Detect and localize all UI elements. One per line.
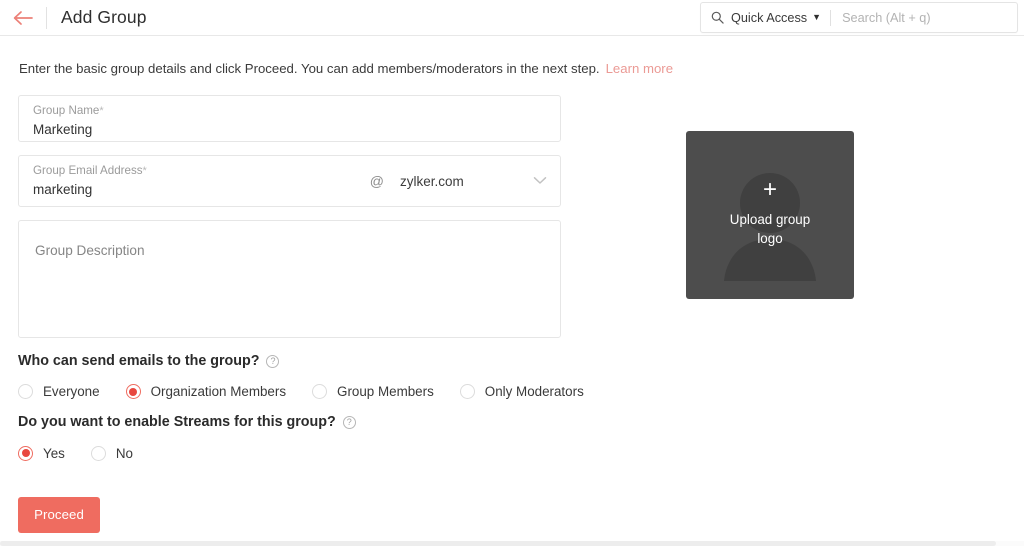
search-box[interactable]: Quick Access ▼ bbox=[700, 2, 1018, 33]
question-block-send-emails: Who can send emails to the group? ? Ever… bbox=[18, 354, 584, 400]
radio-mark[interactable] bbox=[90, 445, 106, 461]
radio-label: Only Moderators bbox=[484, 384, 584, 400]
radio-label: Group Members bbox=[337, 384, 434, 400]
group-email-field[interactable]: Group Email Address* @ zylker.com bbox=[18, 155, 561, 210]
horizontal-scrollbar[interactable] bbox=[0, 541, 1024, 546]
header-divider bbox=[46, 6, 47, 29]
chevron-down-icon bbox=[533, 172, 547, 190]
search-divider bbox=[830, 9, 832, 26]
radio-label: No bbox=[115, 445, 133, 461]
arrow-left-icon bbox=[12, 10, 34, 26]
page-content: Enter the basic group details and click … bbox=[0, 37, 1024, 533]
quick-access-label[interactable]: Quick Access bbox=[731, 11, 807, 25]
group-name-label: Group Name* bbox=[19, 96, 560, 118]
horizontal-scrollbar-thumb[interactable] bbox=[0, 541, 996, 546]
intro-text-row: Enter the basic group details and click … bbox=[19, 62, 1024, 75]
email-domain-group: @ zylker.com bbox=[370, 156, 560, 206]
learn-more-link[interactable]: Learn more bbox=[606, 61, 673, 76]
upload-logo-label: Upload group logo bbox=[729, 212, 811, 246]
group-email-label-text: Group Email Address bbox=[33, 164, 143, 177]
help-icon[interactable]: ? bbox=[266, 354, 280, 368]
question-title-text: Who can send emails to the group? bbox=[18, 353, 260, 369]
form-column: Group Name* Group Email Address* @ zylke… bbox=[18, 95, 584, 533]
upload-logo-overlay: + Upload group logo bbox=[686, 131, 854, 299]
proceed-button[interactable]: Proceed bbox=[18, 496, 100, 533]
radio-option-group-members[interactable]: Group Members bbox=[312, 384, 434, 400]
radio-label: Everyone bbox=[43, 384, 100, 400]
group-description-input[interactable] bbox=[19, 221, 560, 337]
question-title-text: Do you want to enable Streams for this g… bbox=[18, 414, 336, 431]
radio-mark[interactable] bbox=[18, 384, 33, 400]
radio-mark[interactable] bbox=[459, 384, 475, 400]
radio-label: Organization Members bbox=[150, 384, 287, 400]
radio-option-yes[interactable]: Yes bbox=[18, 445, 65, 461]
radio-mark[interactable] bbox=[312, 384, 328, 400]
radio-group-streams: Yes No bbox=[18, 445, 561, 461]
chevron-down-icon[interactable]: ▼ bbox=[812, 13, 821, 22]
search-input[interactable] bbox=[842, 7, 1017, 28]
question-block-streams: Do you want to enable Streams for this g… bbox=[18, 414, 561, 461]
group-name-field[interactable]: Group Name* bbox=[18, 95, 561, 150]
email-domain-dropdown[interactable] bbox=[520, 156, 560, 206]
radio-option-organization-members[interactable]: Organization Members bbox=[125, 384, 287, 400]
radio-label: Yes bbox=[43, 445, 65, 461]
group-description-field[interactable] bbox=[18, 220, 561, 338]
required-asterisk: * bbox=[99, 105, 104, 117]
radio-option-everyone[interactable]: Everyone bbox=[18, 384, 100, 400]
radio-option-only-moderators[interactable]: Only Moderators bbox=[459, 384, 584, 400]
intro-text: Enter the basic group details and click … bbox=[19, 61, 600, 76]
email-domain-value[interactable]: zylker.com bbox=[400, 174, 520, 189]
group-name-label-text: Group Name bbox=[33, 104, 100, 117]
upload-group-logo-button[interactable]: + Upload group logo bbox=[686, 131, 854, 299]
group-email-input[interactable] bbox=[19, 178, 349, 210]
radio-group-send-emails: Everyone Organization Members Group Memb… bbox=[18, 384, 584, 400]
group-name-input[interactable] bbox=[19, 118, 560, 150]
page-title: Add Group bbox=[61, 6, 147, 27]
at-symbol: @ bbox=[369, 173, 384, 189]
radio-mark[interactable] bbox=[18, 445, 33, 461]
required-asterisk: * bbox=[142, 165, 147, 177]
app-header: Add Group Quick Access ▼ bbox=[0, 0, 1024, 36]
question-title: Do you want to enable Streams for this g… bbox=[18, 414, 561, 431]
radio-mark[interactable] bbox=[125, 384, 141, 400]
search-icon bbox=[711, 11, 724, 24]
back-button[interactable] bbox=[0, 0, 46, 36]
radio-option-no[interactable]: No bbox=[90, 445, 133, 461]
question-title: Who can send emails to the group? ? bbox=[18, 354, 561, 368]
plus-icon: + bbox=[762, 176, 777, 204]
help-icon[interactable]: ? bbox=[342, 415, 356, 429]
